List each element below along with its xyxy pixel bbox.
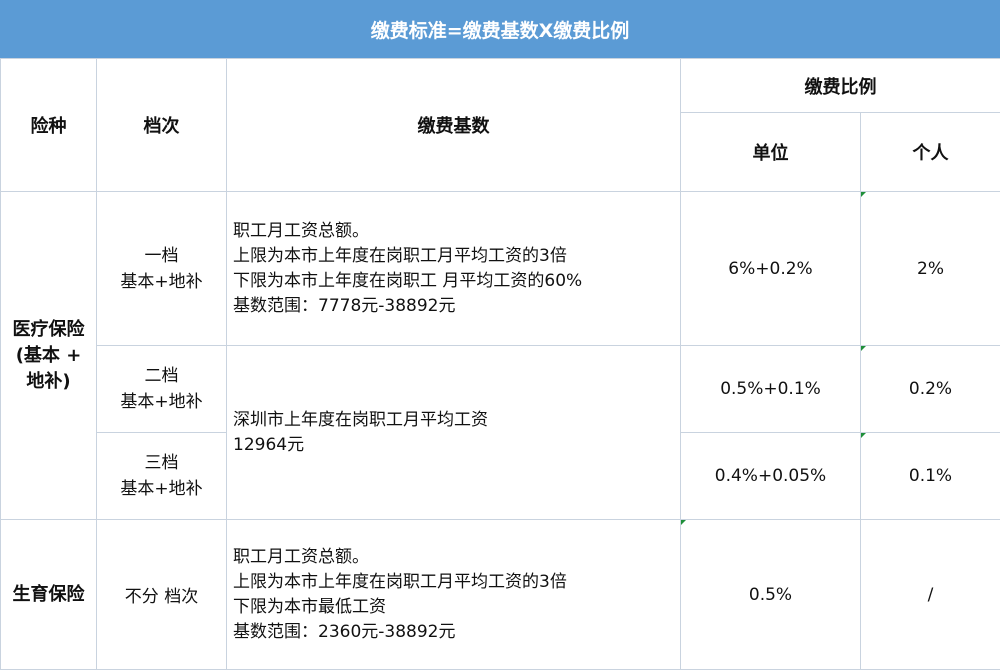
header-base: 缴费基数 (227, 59, 681, 192)
base-range: 基数范围：2360元-38892元 (233, 620, 680, 645)
medical-name-line: (基本 + (1, 343, 96, 369)
header-employer: 单位 (681, 113, 861, 192)
base-line: 职工月工资总额。 (233, 219, 680, 244)
tier1-employer-ratio: 6%+0.2% (681, 192, 861, 346)
header-individual: 个人 (861, 113, 1000, 192)
tier-detail: 基本+地补 (97, 389, 226, 415)
base-line: 下限为本市最低工资 (233, 595, 680, 620)
maternity-tier-cell: 不分 档次 (97, 520, 227, 670)
base-line: 职工月工资总额。 (233, 545, 680, 570)
medical-insurance-cell: 医疗保险 (基本 + 地补) (1, 192, 97, 520)
tier2-cell: 二档 基本+地补 (97, 346, 227, 433)
tier3-employer-ratio: 0.4%+0.05% (681, 433, 861, 520)
header-ratio: 缴费比例 (681, 59, 1000, 113)
header-tier: 档次 (97, 59, 227, 192)
base-amount: 12964元 (233, 433, 680, 458)
header-type: 险种 (1, 59, 97, 192)
contribution-table: 险种 档次 缴费基数 缴费比例 单位 个人 医疗保险 (基本 + 地补) 一档 … (0, 58, 1000, 670)
tier-label: 三档 (97, 450, 226, 476)
base-range: 基数范围：7778元-38892元 (233, 294, 680, 319)
base-line: 上限为本市上年度在岗职工月平均工资的3倍 (233, 244, 680, 269)
medical-name-line: 地补) (1, 369, 96, 395)
tier2-employer-ratio: 0.5%+0.1% (681, 346, 861, 433)
maternity-insurance-cell: 生育保险 (1, 520, 97, 670)
table-row: 生育保险 不分 档次 职工月工资总额。 上限为本市上年度在岗职工月平均工资的3倍… (1, 520, 1000, 670)
tier1-base-cell: 职工月工资总额。 上限为本市上年度在岗职工月平均工资的3倍 下限为本市上年度在岗… (227, 192, 681, 346)
tier-detail: 基本+地补 (97, 269, 226, 295)
tier-detail: 基本+地补 (97, 476, 226, 502)
tier-label: 一档 (97, 243, 226, 269)
tier1-individual-ratio: 2% (861, 192, 1000, 346)
base-line: 深圳市上年度在岗职工月平均工资 (233, 408, 680, 433)
table-row: 二档 基本+地补 深圳市上年度在岗职工月平均工资 12964元 0.5%+0.1… (1, 346, 1000, 433)
tier3-cell: 三档 基本+地补 (97, 433, 227, 520)
maternity-individual-ratio: / (861, 520, 1000, 670)
table-title: 缴费标准=缴费基数X缴费比例 (0, 0, 1000, 58)
tier3-individual-ratio: 0.1% (861, 433, 1000, 520)
tier2-individual-ratio: 0.2% (861, 346, 1000, 433)
medical-name-line: 医疗保险 (1, 317, 96, 343)
tier1-cell: 一档 基本+地补 (97, 192, 227, 346)
base-line: 下限为本市上年度在岗职工 月平均工资的60% (233, 269, 680, 294)
tier-label: 二档 (97, 363, 226, 389)
base-line: 上限为本市上年度在岗职工月平均工资的3倍 (233, 570, 680, 595)
shared-base-cell: 深圳市上年度在岗职工月平均工资 12964元 (227, 346, 681, 520)
maternity-base-cell: 职工月工资总额。 上限为本市上年度在岗职工月平均工资的3倍 下限为本市最低工资 … (227, 520, 681, 670)
maternity-employer-ratio: 0.5% (681, 520, 861, 670)
table-row: 医疗保险 (基本 + 地补) 一档 基本+地补 职工月工资总额。 上限为本市上年… (1, 192, 1000, 346)
